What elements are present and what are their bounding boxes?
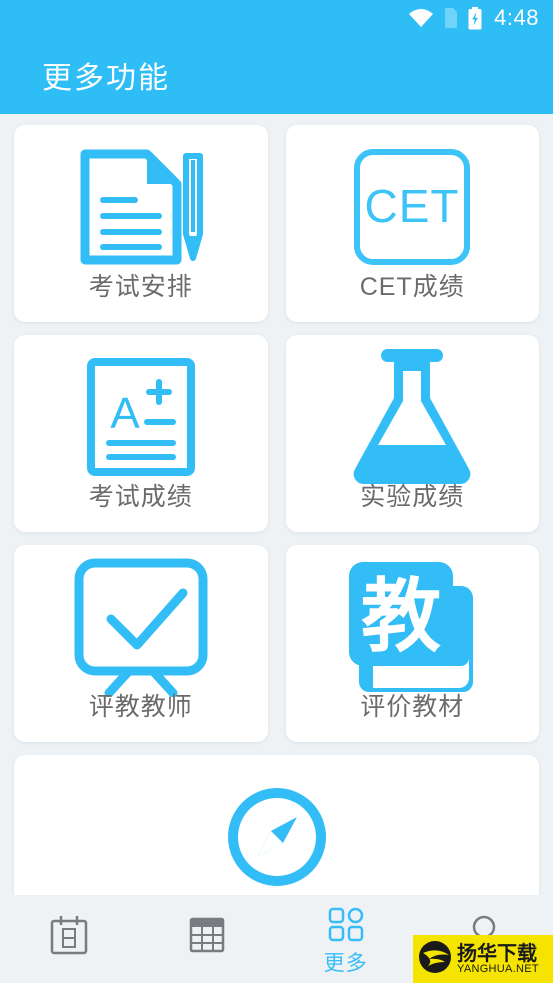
svg-text:教: 教: [361, 570, 441, 663]
feature-row: A 考试成绩 实验成绩: [14, 335, 539, 532]
page-title: 更多功能: [42, 62, 170, 95]
app-bar: 更多功能: [0, 36, 553, 114]
wifi-icon: [408, 8, 434, 28]
feature-grid: 考试安排 CET CET成绩 A 考试成绩 实验成绩 评教教师 教 评价教材: [0, 114, 553, 895]
svg-text:CET: CET: [365, 180, 460, 232]
document-pencil-icon: [77, 141, 205, 273]
feature-card-evaluate-teacher[interactable]: 评教教师: [14, 545, 268, 742]
feature-card-cet-score[interactable]: CET CET成绩: [285, 125, 539, 322]
feature-card-lab-score[interactable]: 实验成绩: [285, 335, 539, 532]
textbook-icon: 教: [345, 561, 479, 693]
apps-grid-icon: [325, 905, 367, 950]
feature-row: 考试安排 CET CET成绩: [14, 125, 539, 322]
status-time: 4:48: [494, 5, 539, 30]
nav-item-schedule-table[interactable]: [138, 895, 276, 983]
grade-paper-icon: A: [85, 351, 197, 483]
feature-card-label: CET成绩: [359, 273, 465, 301]
calendar-icon: [47, 913, 91, 962]
feature-card-label: 考试安排: [88, 273, 193, 301]
svg-text:A: A: [110, 389, 140, 438]
feature-card-exam-score[interactable]: A 考试成绩: [14, 335, 268, 532]
watermark-text: 扬华下载 YANGHUA.NET: [457, 944, 539, 975]
nav-item-more[interactable]: 更多: [277, 895, 415, 983]
feature-card-label: 实验成绩: [360, 483, 465, 511]
feature-card-compass[interactable]: [14, 755, 539, 895]
battery-charging-icon: [468, 6, 482, 30]
watermark-logo-icon: [417, 939, 453, 980]
flask-icon: [345, 349, 479, 485]
watermark-badge: 扬华下载 YANGHUA.NET: [413, 935, 553, 983]
checkboard-icon: [73, 558, 209, 697]
nav-item-label: 更多: [323, 951, 368, 975]
feature-card-label: 评价教材: [360, 693, 465, 721]
feature-row: 评教教师 教 评价教材: [14, 545, 539, 742]
feature-card-label: 评教教师: [88, 693, 193, 721]
sim-card-icon: [443, 7, 459, 29]
watermark-cn: 扬华下载: [457, 942, 537, 965]
feature-card-evaluate-textbook[interactable]: 教 评价教材: [285, 545, 539, 742]
status-bar: 4:48: [0, 0, 553, 36]
cet-square-icon: CET: [351, 141, 473, 273]
watermark-en: YANGHUA.NET: [457, 962, 539, 975]
nav-item-calendar[interactable]: [0, 895, 138, 983]
feature-row: [14, 755, 539, 895]
feature-card-label: 考试成绩: [88, 483, 193, 511]
table-grid-icon: [185, 915, 229, 960]
compass-icon: [225, 771, 329, 895]
feature-card-exam-schedule[interactable]: 考试安排: [14, 125, 268, 322]
